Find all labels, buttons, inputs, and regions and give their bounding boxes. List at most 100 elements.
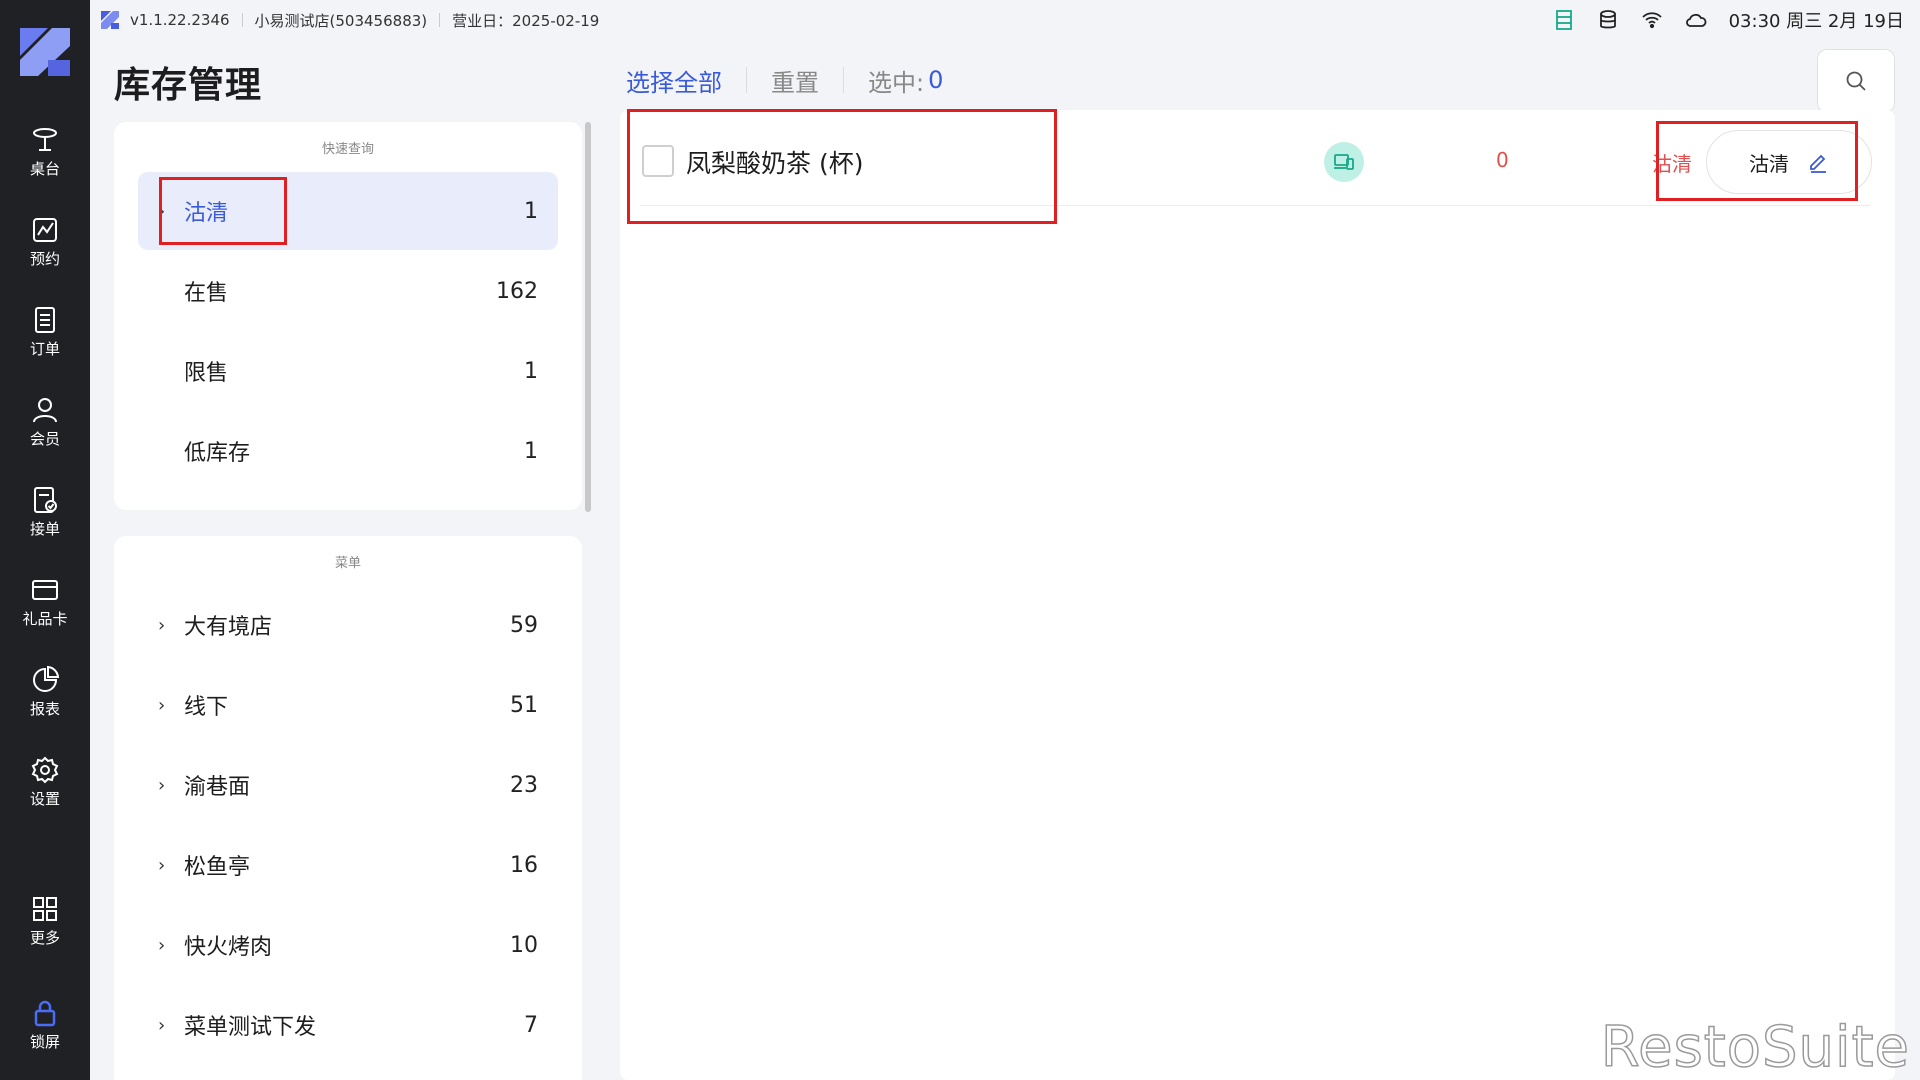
lock-icon xyxy=(34,1000,56,1027)
menu-label: 菜单测试下发 xyxy=(184,1015,317,1040)
inventory-row: 凤梨酸奶茶 (杯) 0 沽清 沽清 xyxy=(640,122,1872,206)
divider xyxy=(241,13,243,27)
divider xyxy=(746,67,747,93)
member-icon xyxy=(33,398,57,423)
chevron-right-icon: › xyxy=(158,694,166,716)
nav-item-reports[interactable]: 报表 xyxy=(0,657,90,727)
panel-scrollbar[interactable] xyxy=(585,122,591,512)
business-day: 营业日：2025-02-19 xyxy=(452,11,600,30)
quick-query-label: 在售 xyxy=(184,281,229,306)
order-icon xyxy=(35,307,55,333)
printer-list-icon[interactable] xyxy=(1553,9,1575,31)
item-name: 凤梨酸奶茶 (杯) xyxy=(686,149,864,178)
menu-item[interactable]: › 线下 51 xyxy=(138,666,558,744)
wifi-icon[interactable] xyxy=(1641,9,1663,31)
nav-item-members[interactable]: 会员 xyxy=(0,387,90,457)
menu-item[interactable]: › 快火烤肉 10 xyxy=(138,906,558,984)
quick-query-label: 限售 xyxy=(184,361,229,386)
selection-toolbar: 选择全部 重置 选中: 0 xyxy=(626,62,943,98)
menu-label: 松鱼亭 xyxy=(184,855,251,880)
menu-item[interactable]: › 松鱼亭 16 xyxy=(138,826,558,904)
nav-label: 设置 xyxy=(29,790,60,808)
nav-item-lock[interactable]: 锁屏 xyxy=(0,990,90,1060)
settings-icon xyxy=(31,756,59,784)
divider xyxy=(843,67,844,93)
app-logo-small xyxy=(101,11,119,29)
select-all-button[interactable]: 选择全部 xyxy=(626,63,722,98)
more-icon xyxy=(33,897,57,921)
quick-query-panel: 快速查询 › 沽清 1 在售 162 限售 1 低库存 1 xyxy=(114,122,582,510)
nav-item-settings[interactable]: 设置 xyxy=(0,747,90,817)
quick-query-item-low-stock[interactable]: 低库存 1 xyxy=(138,412,558,490)
quick-query-item-sold-out[interactable]: › 沽清 1 xyxy=(138,172,558,250)
quick-query-label: 沽清 xyxy=(184,201,229,226)
store-name: 小易测试店(503456883) xyxy=(254,11,428,30)
menu-count: 59 xyxy=(510,612,538,638)
inventory-list xyxy=(620,110,1895,1080)
clock: 03:30 周三 2月 19日 xyxy=(1728,11,1904,32)
nav-item-gift-card[interactable]: 礼品卡 xyxy=(0,567,90,637)
chevron-right-icon: › xyxy=(158,854,166,876)
quick-query-count: 1 xyxy=(524,198,538,224)
status-bar: v1.1.22.2346 小易测试店(503456883) 营业日：2025-0… xyxy=(90,0,1920,40)
nav-item-more[interactable]: 更多 xyxy=(0,886,90,956)
nav-label: 更多 xyxy=(29,929,60,947)
reset-button[interactable]: 重置 xyxy=(771,63,819,98)
table-icon xyxy=(33,128,57,151)
nav-item-reservation[interactable]: 预约 xyxy=(0,207,90,277)
cloud-icon[interactable] xyxy=(1685,9,1707,31)
nav-label: 桌台 xyxy=(29,160,60,178)
device-icon[interactable] xyxy=(1324,142,1364,182)
nav-label: 订单 xyxy=(29,340,60,358)
nav-label: 接单 xyxy=(29,520,60,538)
chevron-right-icon: › xyxy=(158,614,166,636)
nav-item-accept-orders[interactable]: 接单 xyxy=(0,477,90,547)
menu-panel: 菜单 › 大有境店 59 › 线下 51 › 渝巷面 23 › 松鱼亭 16 ›… xyxy=(114,536,582,1080)
page-title: 库存管理 xyxy=(114,65,263,106)
menu-label: 大有境店 xyxy=(184,615,273,640)
nav-label: 报表 xyxy=(29,700,60,718)
divider xyxy=(439,13,441,27)
chevron-right-icon: › xyxy=(158,774,166,796)
menu-count: 51 xyxy=(510,692,538,718)
menu-item[interactable]: › 菜单测试下发 7 xyxy=(138,986,558,1064)
item-checkbox[interactable] xyxy=(642,145,674,177)
menu-label: 快火烤肉 xyxy=(184,935,273,960)
gift-card-icon xyxy=(32,580,58,600)
chevron-right-icon: › xyxy=(158,1014,166,1036)
chevron-right-icon: › xyxy=(158,934,166,956)
search-button[interactable] xyxy=(1817,49,1895,113)
nav-item-tables[interactable]: 桌台 xyxy=(0,117,90,187)
quick-query-count: 162 xyxy=(496,278,538,304)
nav-label: 会员 xyxy=(29,430,60,448)
menu-label: 渝巷面 xyxy=(184,775,251,800)
quick-query-item-on-sale[interactable]: 在售 162 xyxy=(138,252,558,330)
quick-query-count: 1 xyxy=(524,438,538,464)
watermark: RestoSuite xyxy=(1600,1014,1910,1080)
selected-label: 选中: xyxy=(868,68,925,97)
item-status: 沽清 xyxy=(1652,152,1692,176)
selected-count: 0 xyxy=(928,66,944,94)
edit-status-button[interactable]: 沽清 xyxy=(1706,130,1872,194)
nav-label: 预约 xyxy=(29,250,60,268)
quick-query-item-limited[interactable]: 限售 1 xyxy=(138,332,558,410)
item-quantity: 0 xyxy=(1496,148,1509,172)
reservation-icon xyxy=(33,218,57,242)
nav-item-orders[interactable]: 订单 xyxy=(0,297,90,367)
status-button-label: 沽清 xyxy=(1749,151,1789,176)
menu-count: 16 xyxy=(510,852,538,878)
nav-label: 锁屏 xyxy=(29,1033,60,1051)
edit-icon xyxy=(1810,154,1826,173)
menu-item[interactable]: › 渝巷面 23 xyxy=(138,746,558,824)
menu-count: 10 xyxy=(510,932,538,958)
app-version: v1.1.22.2346 xyxy=(130,11,230,29)
menu-heading: 菜单 xyxy=(334,556,361,571)
menu-label: 线下 xyxy=(184,695,229,720)
menu-count: 23 xyxy=(510,772,538,798)
quick-query-heading: 快速查询 xyxy=(321,142,374,157)
left-nav: 桌台 预约 订单 会员 接单 礼品卡 报表 设置 更多 锁屏 xyxy=(0,0,90,1080)
quick-query-count: 1 xyxy=(524,358,538,384)
menu-count: 7 xyxy=(524,1012,538,1038)
database-icon[interactable] xyxy=(1597,9,1619,31)
menu-item[interactable]: › 大有境店 59 xyxy=(138,586,558,664)
